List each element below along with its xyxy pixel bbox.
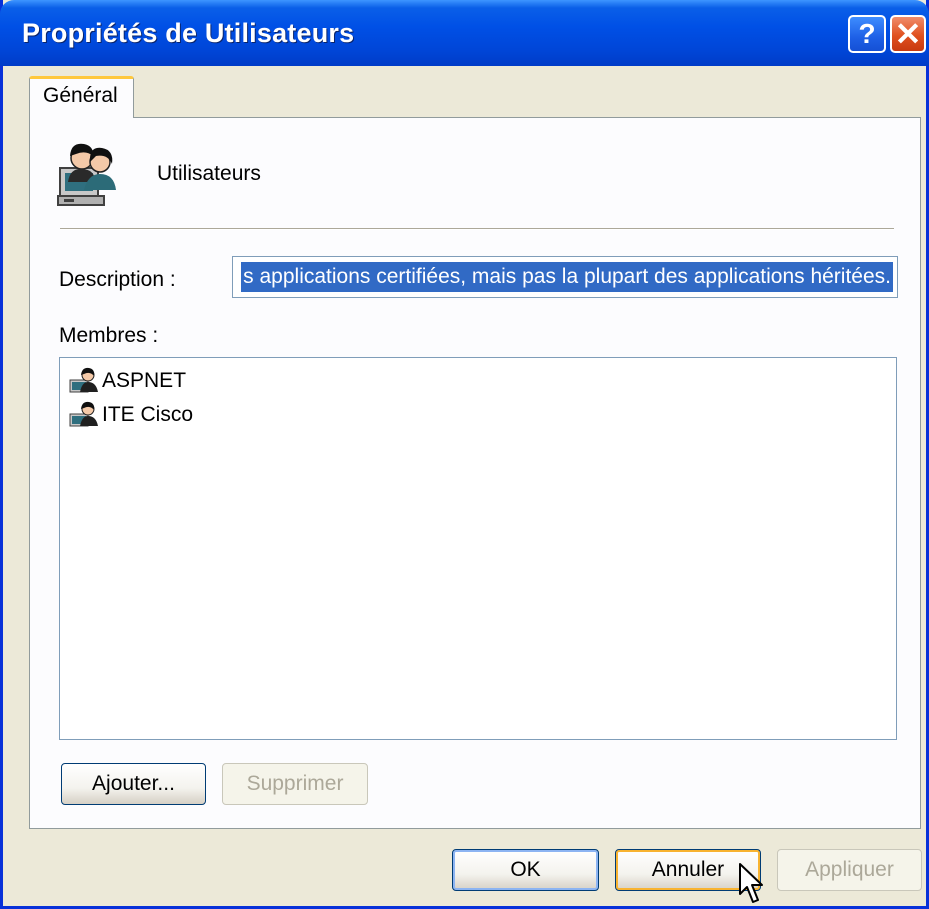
close-button[interactable]: ✕: [890, 15, 926, 53]
description-selected-text: s applications certifiées, mais pas la p…: [241, 262, 893, 292]
tab-general[interactable]: Général: [29, 76, 134, 118]
window-title: Propriétés de Utilisateurs: [22, 18, 355, 48]
cancel-button[interactable]: Annuler: [615, 849, 761, 891]
member-name: ITE Cisco: [102, 403, 194, 426]
title-bar[interactable]: Propriétés de Utilisateurs ? ✕: [0, 0, 929, 66]
add-button[interactable]: Ajouter...: [61, 763, 206, 805]
group-name: Utilisateurs: [157, 162, 261, 185]
users-group-icon: [57, 143, 116, 206]
description-field[interactable]: s applications certifiées, mais pas la p…: [232, 256, 898, 298]
member-name: ASPNET: [102, 369, 187, 392]
list-item[interactable]: ITE Cisco: [68, 400, 193, 430]
members-label: Membres :: [59, 324, 159, 347]
members-list[interactable]: ASPNET ITE Cisco: [59, 357, 897, 740]
user-icon: [69, 401, 98, 427]
properties-dialog: Propriétés de Utilisateurs ? ✕ Général U…: [0, 0, 929, 909]
tab-panel-general: Utilisateurs Description : s application…: [29, 117, 921, 829]
help-button[interactable]: ?: [848, 15, 886, 53]
separator: [60, 228, 894, 230]
list-item[interactable]: ASPNET: [68, 366, 186, 396]
description-label: Description :: [59, 268, 176, 291]
remove-button[interactable]: Supprimer: [222, 763, 368, 805]
apply-button[interactable]: Appliquer: [777, 849, 922, 891]
help-icon: ?: [858, 18, 876, 49]
ok-button[interactable]: OK: [452, 849, 599, 891]
user-icon: [69, 367, 98, 393]
close-icon: ✕: [894, 16, 922, 52]
